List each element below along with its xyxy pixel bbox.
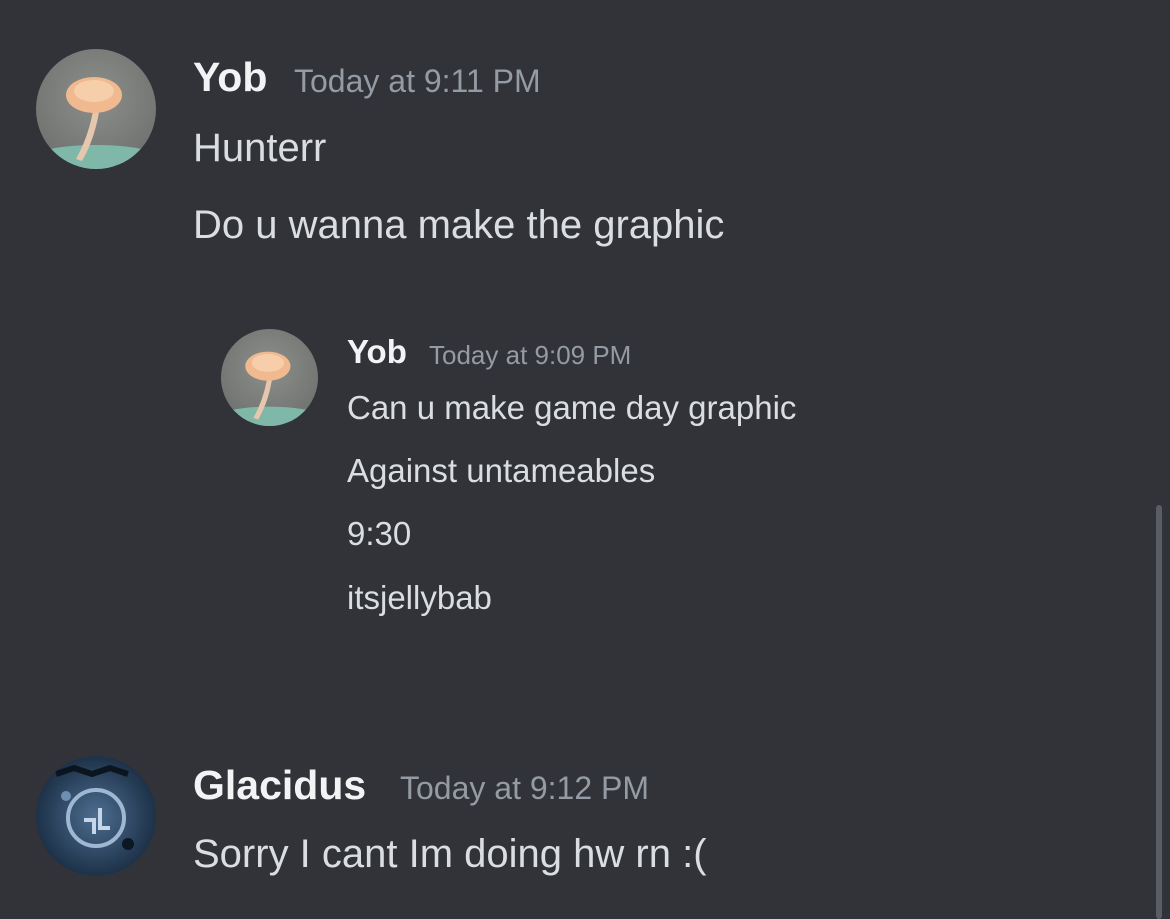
message-timestamp: Today at 9:12 PM: [400, 770, 650, 806]
message-text: Hunterr: [193, 126, 327, 170]
scrollbar-thumb[interactable]: [1156, 505, 1162, 919]
user-avatar[interactable]: [221, 329, 318, 426]
message-text: Can u make game day graphic: [347, 389, 797, 426]
message-author[interactable]: Glacidus: [193, 762, 366, 809]
message-text: Sorry I cant Im doing hw rn :(: [193, 832, 707, 876]
message-text: 9:30: [347, 515, 412, 552]
message-author[interactable]: Yob: [193, 54, 267, 101]
message-text: itsjellybab: [347, 579, 492, 616]
message-text: Do u wanna make the graphic: [193, 203, 725, 247]
chat-message-list: Yob Today at 9:11 PM Hunterr Do u wanna …: [0, 0, 1170, 919]
user-avatar[interactable]: [36, 49, 156, 169]
mushroom-avatar-icon: [221, 329, 318, 426]
message-text: Against untameables: [347, 452, 656, 489]
user-avatar[interactable]: [36, 756, 156, 876]
mushroom-avatar-icon: [36, 49, 156, 169]
message-timestamp: Today at 9:11 PM: [294, 63, 541, 99]
dark-blue-emblem-avatar-icon: [36, 756, 156, 876]
message-timestamp: Today at 9:09 PM: [429, 340, 632, 370]
message-author[interactable]: Yob: [347, 333, 407, 371]
